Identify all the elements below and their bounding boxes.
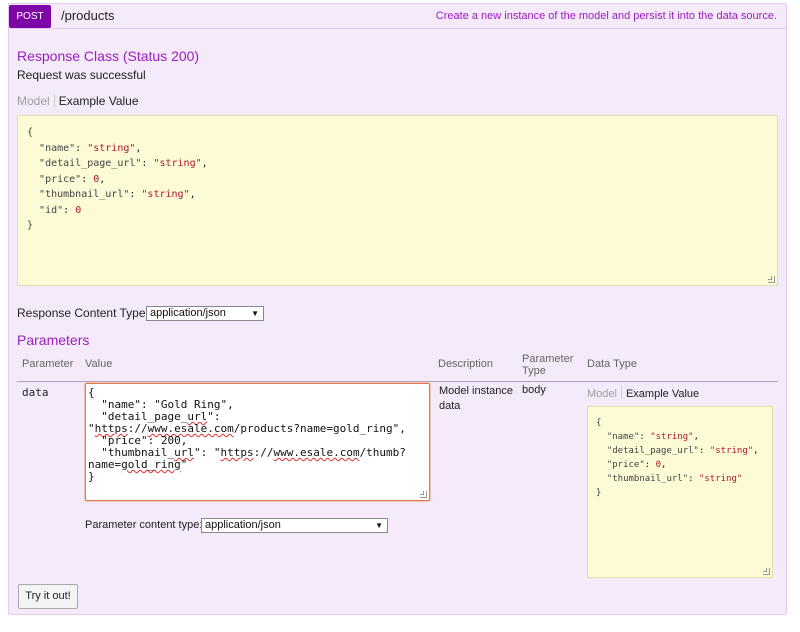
tab-model[interactable]: Model <box>17 94 50 108</box>
tab-example-value[interactable]: Example Value <box>626 388 699 400</box>
param-description: Model instance data <box>439 385 513 412</box>
body-value-text: { "name": "Gold Ring", "detail_page_url"… <box>88 386 406 483</box>
col-description: Description <box>438 358 494 370</box>
method-badge[interactable]: POST <box>9 5 51 28</box>
try-it-out-button[interactable]: Try it out! <box>18 584 78 609</box>
table-header-divider <box>17 381 778 382</box>
parameters-heading: Parameters <box>17 332 90 348</box>
tab-example-value[interactable]: Example Value <box>59 94 139 108</box>
tab-model[interactable]: Model <box>587 388 617 400</box>
resize-handle[interactable] <box>420 491 427 498</box>
col-value: Value <box>85 358 113 370</box>
param-type: body <box>522 384 546 396</box>
param-content-type-value: application/json <box>205 519 281 531</box>
chevron-down-icon: ▼ <box>375 521 383 530</box>
param-example-code: { "name": "string", "detail_page_url": "… <box>596 418 759 498</box>
col-parameter: Parameter <box>22 358 74 370</box>
tab-divider <box>53 94 55 107</box>
response-signature-tabs: Model Example Value <box>17 94 139 108</box>
endpoint-path[interactable]: /products <box>61 8 114 23</box>
response-message: Request was successful <box>17 68 146 82</box>
operation-summary[interactable]: Create a new instance of the model and p… <box>436 10 777 22</box>
param-signature-tabs: Model Example Value <box>587 386 699 400</box>
tab-divider <box>620 386 622 399</box>
response-example-box[interactable]: { "name": "string", "detail_page_url": "… <box>17 115 778 286</box>
response-content-type-label: Response Content Type <box>17 306 146 320</box>
resize-handle[interactable] <box>768 276 775 283</box>
col-parameter-type: Parameter Type <box>522 353 574 377</box>
param-example-box[interactable]: { "name": "string", "detail_page_url": "… <box>587 406 773 578</box>
param-content-type-label: Parameter content type: <box>85 519 203 531</box>
body-value-textarea[interactable]: { "name": "Gold Ring", "detail_page_url"… <box>85 383 430 501</box>
param-content-type-select[interactable]: application/json ▼ <box>201 518 388 533</box>
operation-panel: POST /products Create a new instance of … <box>8 3 787 615</box>
param-name: data <box>22 386 49 399</box>
operation-header[interactable]: POST /products Create a new instance of … <box>9 4 786 29</box>
response-example-code: { "name": "string", "detail_page_url": "… <box>27 127 208 231</box>
response-content-type-value: application/json <box>150 307 226 319</box>
chevron-down-icon: ▼ <box>251 309 259 318</box>
response-content-type-select[interactable]: application/json ▼ <box>146 306 264 321</box>
col-data-type: Data Type <box>587 358 637 370</box>
resize-handle[interactable] <box>763 568 770 575</box>
response-class-heading: Response Class (Status 200) <box>17 48 200 64</box>
